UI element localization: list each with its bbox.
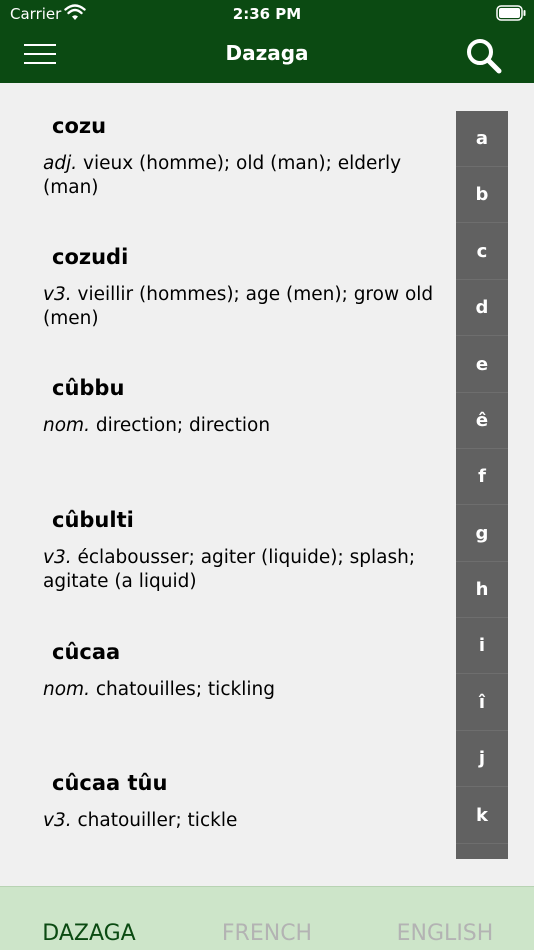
index-letter-c[interactable]: c: [456, 224, 508, 280]
entry-pos: nom.: [43, 679, 90, 700]
index-letter-g[interactable]: g: [456, 506, 508, 562]
entry-text: chatouiller; tickle: [77, 810, 238, 831]
entry-definition: adj. vieux (homme); old (man); elderly (…: [43, 152, 443, 200]
entry-pos: v3.: [43, 810, 72, 831]
language-tab-bar: DAZAGA FRENCH ENGLISH: [0, 886, 534, 950]
index-letter-f[interactable]: f: [456, 449, 508, 505]
entry-pos: adj.: [43, 153, 78, 174]
entry-definition: nom. chatouilles; tickling: [43, 678, 443, 702]
top-bar: Carrier 2:36 PM Dazaga: [0, 0, 534, 83]
entry-headword: cûcaa tûu: [52, 771, 168, 795]
search-icon[interactable]: [464, 36, 504, 76]
status-bar: Carrier 2:36 PM: [0, 0, 534, 28]
entry-headword: cûbulti: [52, 508, 134, 532]
entry-headword: cozudi: [52, 245, 129, 269]
entry-definition: v3. vieillir (hommes); age (men); grow o…: [43, 283, 443, 331]
entry-text: vieux (homme); old (man); elderly (man): [43, 153, 402, 198]
entry-text: direction; direction: [95, 415, 271, 436]
battery-icon: [496, 5, 526, 21]
entry-text: vieillir (hommes); age (men); grow old (…: [43, 284, 434, 329]
entry-text: chatouilles; tickling: [95, 679, 275, 700]
entry-pos: v3.: [43, 547, 72, 568]
nav-bar: Dazaga: [0, 28, 534, 83]
index-letter-i-circumflex[interactable]: î: [456, 675, 508, 731]
entry-pos: nom.: [43, 415, 90, 436]
index-letter-e[interactable]: e: [456, 337, 508, 393]
entry-definition: v3. chatouiller; tickle: [43, 809, 443, 833]
entry-pos: v3.: [43, 284, 72, 305]
tab-dazaga[interactable]: DAZAGA: [0, 921, 178, 946]
index-letter-k[interactable]: k: [456, 788, 508, 844]
index-letter-e-circumflex[interactable]: ê: [456, 393, 508, 449]
index-letter-d[interactable]: d: [456, 280, 508, 336]
entry-headword: cûbbu: [52, 376, 125, 400]
tab-english[interactable]: ENGLISH: [356, 921, 534, 946]
index-letter-i[interactable]: i: [456, 618, 508, 674]
entry-headword: cozu: [52, 114, 107, 138]
status-time: 2:36 PM: [232, 5, 302, 23]
page-title: Dazaga: [225, 41, 309, 65]
index-letter-b[interactable]: b: [456, 167, 508, 223]
index-letter-h[interactable]: h: [456, 562, 508, 618]
entry-definition: v3. éclabousser; agiter (liquide); splas…: [43, 546, 443, 594]
alphabet-index: a b c d e ê f g h i î j k: [456, 111, 508, 859]
index-letter-a[interactable]: a: [456, 111, 508, 167]
entry-headword: cûcaa: [52, 640, 121, 664]
tab-french[interactable]: FRENCH: [178, 921, 356, 946]
entry-definition: nom. direction; direction: [43, 414, 443, 438]
entry-text: éclabousser; agiter (liquide); splash; a…: [43, 547, 416, 592]
index-letter-j[interactable]: j: [456, 731, 508, 787]
